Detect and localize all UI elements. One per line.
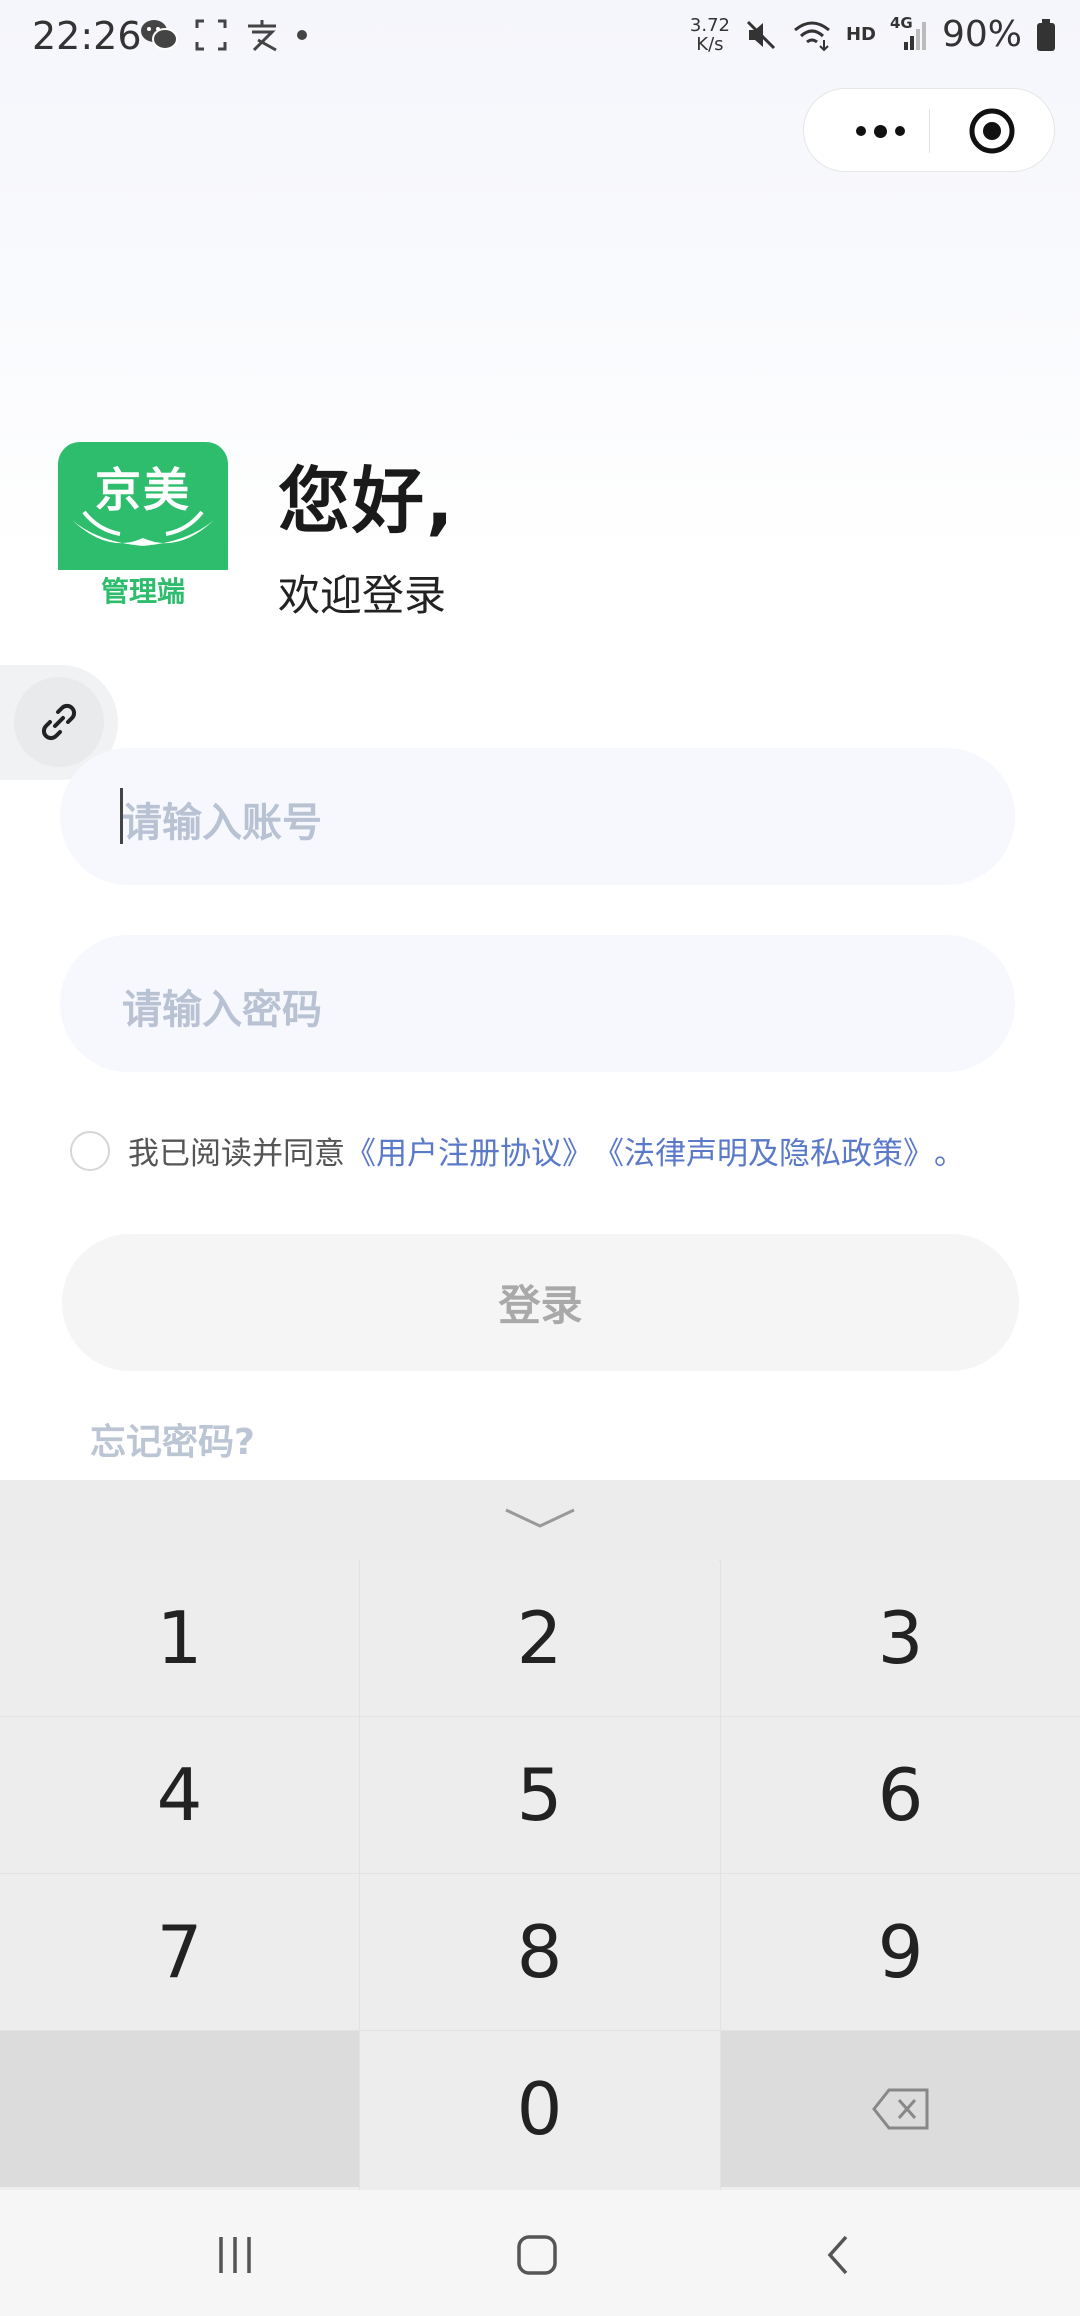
wechat-icon	[141, 20, 178, 50]
digit-key[interactable]: 9	[721, 1874, 1080, 2030]
miniprogram-capsule	[803, 88, 1055, 172]
agreement-row: 我已阅读并同意 《用户注册协议》 《法律声明及隐私政策》 。	[70, 1128, 965, 1173]
home-button[interactable]	[497, 2220, 577, 2290]
keypad-divider	[720, 1560, 721, 2190]
account-input[interactable]: 请输入账号	[60, 748, 1015, 885]
keypad-toolbar	[0, 1480, 1080, 1561]
keypad-divider	[0, 2030, 1080, 2031]
network-type-label: 4G	[889, 13, 913, 32]
backspace-icon	[871, 2088, 928, 2130]
digit-key[interactable]: 8	[360, 1874, 719, 2030]
system-navigation-bar	[0, 2190, 1080, 2316]
keypad-divider	[0, 1873, 1080, 1874]
wifi-icon	[794, 21, 830, 51]
link-button-circle	[14, 677, 104, 767]
privacy-policy-link[interactable]: 《法律声明及隐私政策》	[593, 1128, 934, 1173]
link-icon	[41, 703, 77, 741]
digit-key[interactable]: 5	[360, 1717, 719, 1873]
close-button[interactable]	[968, 107, 1016, 155]
speed-value: 3.72	[689, 14, 730, 36]
digit-key[interactable]: 6	[721, 1717, 1080, 1873]
forgot-password-link[interactable]: 忘记密码?	[90, 1413, 255, 1465]
cellular-signal: 4G	[890, 14, 928, 52]
mute-icon	[746, 20, 776, 49]
digit-key[interactable]: 0	[360, 2031, 719, 2187]
dot-icon	[297, 30, 307, 40]
digit-key[interactable]: 3	[721, 1560, 1080, 1716]
more-dot-center	[873, 124, 887, 138]
more-dot-right	[894, 126, 905, 136]
screenshot-icon	[195, 19, 227, 51]
welcome-subtitle: 欢迎登录	[278, 571, 447, 620]
password-placeholder: 请输入密码	[122, 987, 322, 1033]
empty-key	[0, 2031, 359, 2187]
back-icon	[827, 2235, 848, 2275]
recent-apps-button[interactable]	[195, 2220, 275, 2290]
network-speed: 3.72 K/s	[690, 16, 730, 54]
keypad-divider	[0, 1716, 1080, 1717]
account-placeholder: 请输入账号	[122, 800, 322, 846]
greeting-title: 您好,	[278, 459, 456, 543]
capsule-divider	[929, 109, 930, 153]
status-time: 22:26	[32, 14, 142, 58]
logo-subtitle: 管理端	[100, 575, 185, 608]
status-bar: 22:26 3.72 K/s HD 4G 90%	[0, 0, 1080, 80]
home-icon	[517, 2235, 557, 2275]
alipay-icon	[248, 20, 277, 52]
hd-label: HD	[845, 24, 876, 45]
status-notification-icons	[140, 18, 308, 52]
digit-key[interactable]: 2	[360, 1560, 719, 1716]
status-system-icons: 3.72 K/s HD 4G 90%	[690, 14, 1056, 55]
keypad-divider	[359, 1560, 360, 2190]
agreement-suffix: 。	[934, 1136, 965, 1172]
digit-key[interactable]: 7	[0, 1874, 359, 2030]
logo-title: 京美	[95, 463, 191, 517]
more-button[interactable]	[840, 111, 920, 151]
more-dots-icon	[855, 126, 866, 136]
digit-key[interactable]: 1	[0, 1560, 359, 1716]
battery-percent: 90%	[941, 14, 1022, 55]
digit-key[interactable]: 4	[0, 1717, 359, 1873]
recent-apps-icon	[219, 2237, 251, 2273]
back-button[interactable]	[800, 2220, 880, 2290]
agreement-prefix: 我已阅读并同意	[128, 1136, 345, 1172]
agreement-checkbox[interactable]	[70, 1130, 110, 1171]
password-input[interactable]: 请输入密码	[60, 935, 1015, 1072]
battery-icon	[1037, 18, 1055, 51]
app-logo: 京美 管理端	[58, 442, 228, 614]
backspace-key[interactable]	[721, 2031, 1080, 2187]
user-agreement-link[interactable]: 《用户注册协议》	[345, 1128, 593, 1173]
collapse-keyboard-icon[interactable]	[500, 1498, 580, 1538]
speed-unit: K/s	[696, 33, 724, 55]
numeric-keypad: 123 456 7890	[0, 1480, 1080, 2190]
login-button[interactable]: 登录	[62, 1234, 1019, 1371]
